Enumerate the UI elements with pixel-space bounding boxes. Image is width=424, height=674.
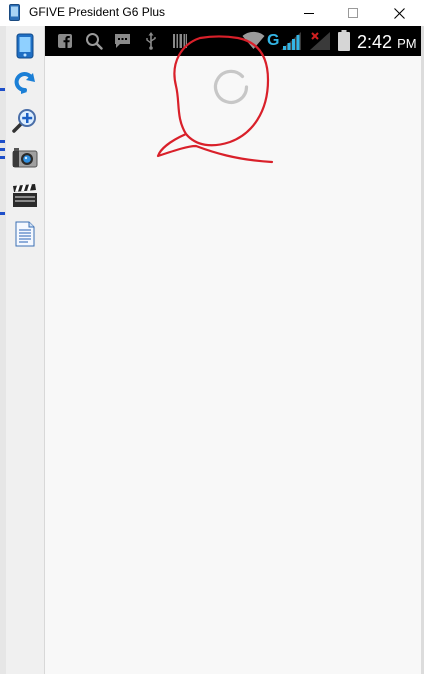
close-icon: [393, 7, 405, 19]
edge-mark: [0, 140, 5, 143]
minimize-button[interactable]: [286, 0, 332, 26]
zoom-icon: [12, 109, 36, 133]
video-icon: [13, 184, 37, 207]
window-title: GFIVE President G6 Plus: [29, 5, 166, 19]
device-button[interactable]: [11, 32, 39, 60]
wifi-icon: [242, 31, 265, 49]
close-button[interactable]: [376, 0, 422, 26]
barcode-icon: [173, 34, 187, 48]
phone-app-icon: [9, 4, 20, 21]
video-button[interactable]: [11, 182, 39, 210]
battery-icon: [338, 30, 350, 51]
clock-time: 2:42: [357, 32, 393, 52]
status-clock: 2:42 PM: [357, 32, 417, 53]
emulator-toolbar: [6, 26, 45, 674]
edge-mark: [0, 212, 5, 215]
camera-icon: [12, 148, 38, 168]
no-signal-icon: [310, 32, 330, 50]
edge-mark: [0, 88, 5, 91]
zoom-button[interactable]: [11, 106, 39, 134]
usb-icon: [146, 32, 156, 50]
clock-ampm: PM: [397, 36, 417, 51]
signal-icon: [281, 32, 301, 50]
document-icon: [15, 221, 35, 247]
maximize-icon: [348, 8, 358, 18]
search-icon: [86, 33, 103, 50]
network-type-label: G: [267, 32, 280, 49]
document-button[interactable]: [11, 220, 39, 248]
rotate-icon: [14, 72, 35, 94]
phone-screen[interactable]: [45, 26, 421, 674]
loading-spinner-icon: [213, 69, 249, 104]
status-bar: G 2:42 PM: [45, 26, 421, 56]
message-icon: [115, 34, 130, 48]
window-titlebar: GFIVE President G6 Plus: [0, 0, 424, 26]
device-icon: [16, 33, 34, 59]
maximize-button[interactable]: [330, 0, 376, 26]
minimize-icon: [304, 13, 314, 14]
facebook-icon: [58, 34, 72, 48]
edge-mark: [0, 156, 5, 159]
rotate-button[interactable]: [11, 68, 39, 96]
camera-button[interactable]: [11, 144, 39, 172]
edge-mark: [0, 148, 5, 151]
